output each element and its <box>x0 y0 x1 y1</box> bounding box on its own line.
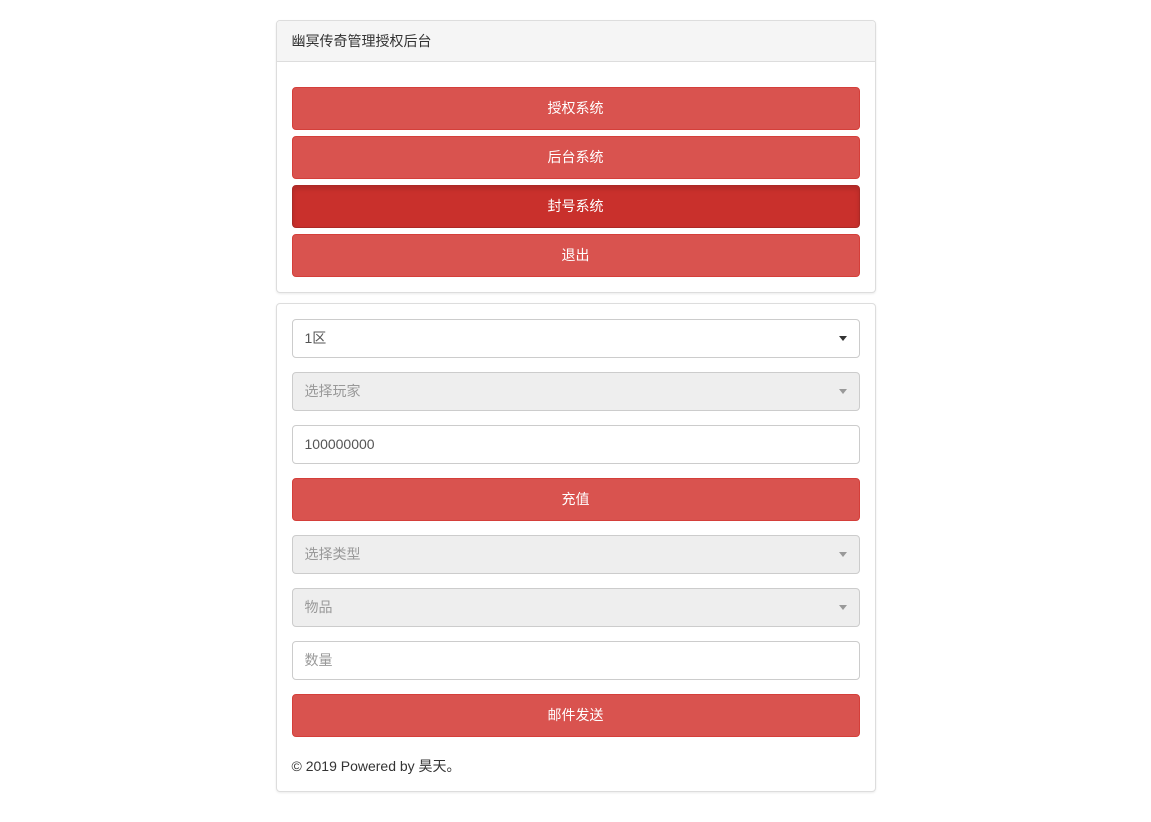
panel-title-text: 幽冥传奇管理授权后台 <box>292 33 432 49</box>
caret-down-icon <box>839 552 847 557</box>
recharge-button[interactable]: 充值 <box>292 478 860 521</box>
caret-down-icon <box>839 605 847 610</box>
ban-system-button[interactable]: 封号系统 <box>292 185 860 228</box>
type-select[interactable]: 选择类型 <box>292 535 860 574</box>
item-select[interactable]: 物品 <box>292 588 860 627</box>
type-select-placeholder: 选择类型 <box>305 544 361 565</box>
nav-body: 授权系统 后台系统 封号系统 退出 <box>277 62 875 292</box>
zone-select-value: 1区 <box>305 328 327 349</box>
exit-button[interactable]: 退出 <box>292 234 860 277</box>
footer-text: © 2019 Powered by 昊天。 <box>292 751 860 776</box>
item-select-placeholder: 物品 <box>305 597 333 618</box>
caret-down-icon <box>839 389 847 394</box>
form-body: 1区 选择玩家 充值 选择类型 <box>277 304 875 791</box>
panel-title: 幽冥传奇管理授权后台 <box>277 21 875 62</box>
backend-system-button[interactable]: 后台系统 <box>292 136 860 179</box>
caret-down-icon <box>839 336 847 341</box>
player-select[interactable]: 选择玩家 <box>292 372 860 411</box>
zone-select[interactable]: 1区 <box>292 319 860 358</box>
mail-send-button[interactable]: 邮件发送 <box>292 694 860 737</box>
form-panel: 1区 选择玩家 充值 选择类型 <box>276 303 876 792</box>
amount-input[interactable] <box>292 425 860 464</box>
authorize-system-button[interactable]: 授权系统 <box>292 87 860 130</box>
player-select-placeholder: 选择玩家 <box>305 381 361 402</box>
quantity-input[interactable] <box>292 641 860 680</box>
nav-panel: 幽冥传奇管理授权后台 授权系统 后台系统 封号系统 退出 <box>276 20 876 293</box>
